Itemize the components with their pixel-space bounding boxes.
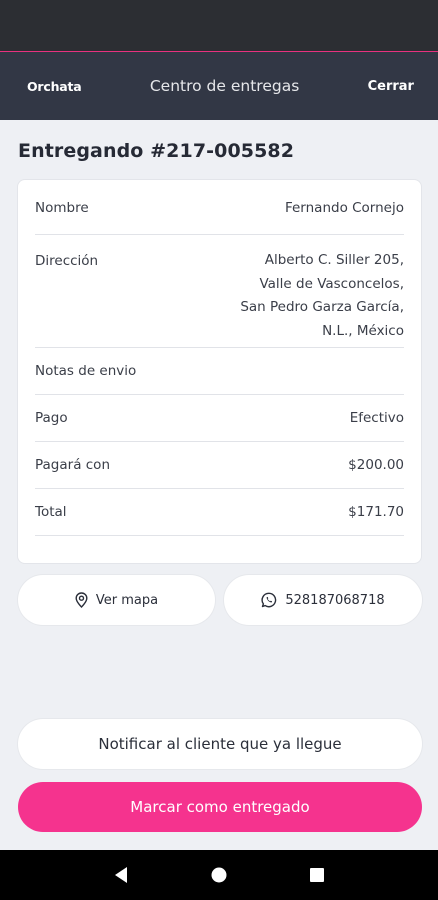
system-nav-bar <box>0 850 438 900</box>
pay-with-value: $200.00 <box>348 457 404 473</box>
order-title: Entregando #217-005582 <box>18 140 295 162</box>
address-value: Alberto C. Siller 205, Valle de Vasconce… <box>240 249 404 343</box>
whatsapp-button[interactable]: 528187068718 <box>224 575 422 625</box>
home-icon[interactable] <box>204 860 234 890</box>
detail-row-pay-with: Pagará con $200.00 <box>35 442 404 489</box>
total-label: Total <box>35 504 67 520</box>
detail-row-address: Dirección Alberto C. Siller 205, Valle d… <box>35 235 404 348</box>
brand-logo: Orchata <box>27 78 82 94</box>
pay-with-label: Pagará con <box>35 457 111 473</box>
detail-row-payment: Pago Efectivo <box>35 395 404 442</box>
notify-customer-button[interactable]: Notificar al cliente que ya llegue <box>18 719 422 769</box>
address-line: San Pedro Garza García, <box>240 299 404 315</box>
location-pin-icon <box>75 592 88 608</box>
phone-number-label: 528187068718 <box>285 592 385 608</box>
total-value: $171.70 <box>348 504 404 520</box>
name-value: Fernando Cornejo <box>284 200 404 216</box>
app-title: Centro de entregas <box>149 77 300 95</box>
view-map-label: Ver mapa <box>95 592 159 608</box>
name-label: Nombre <box>35 200 89 216</box>
detail-row-name: Nombre Fernando Cornejo <box>35 180 404 235</box>
detail-row-notes: Notas de envio <box>35 348 404 395</box>
order-details-card: Nombre Fernando Cornejo Dirección Albert… <box>18 180 421 563</box>
close-button[interactable]: Cerrar <box>368 79 414 94</box>
recents-icon[interactable] <box>302 860 332 890</box>
mark-delivered-button[interactable]: Marcar como entregado <box>18 782 422 832</box>
address-label: Dirección <box>35 253 99 269</box>
notes-label: Notas de envio <box>35 363 137 379</box>
payment-value: Efectivo <box>349 410 404 426</box>
view-map-button[interactable]: Ver mapa <box>18 575 215 625</box>
status-bar <box>0 0 438 52</box>
whatsapp-icon <box>261 592 277 608</box>
back-icon[interactable] <box>106 860 136 890</box>
address-line: Valle de Vasconcelos, <box>259 275 404 292</box>
app-bar: Orchata Centro de entregas Cerrar <box>0 52 438 120</box>
payment-label: Pago <box>35 410 68 426</box>
detail-row-total: Total $171.70 <box>35 489 404 536</box>
address-line: Alberto C. Siller 205, <box>264 252 404 268</box>
address-line: N.L., México <box>322 322 404 339</box>
